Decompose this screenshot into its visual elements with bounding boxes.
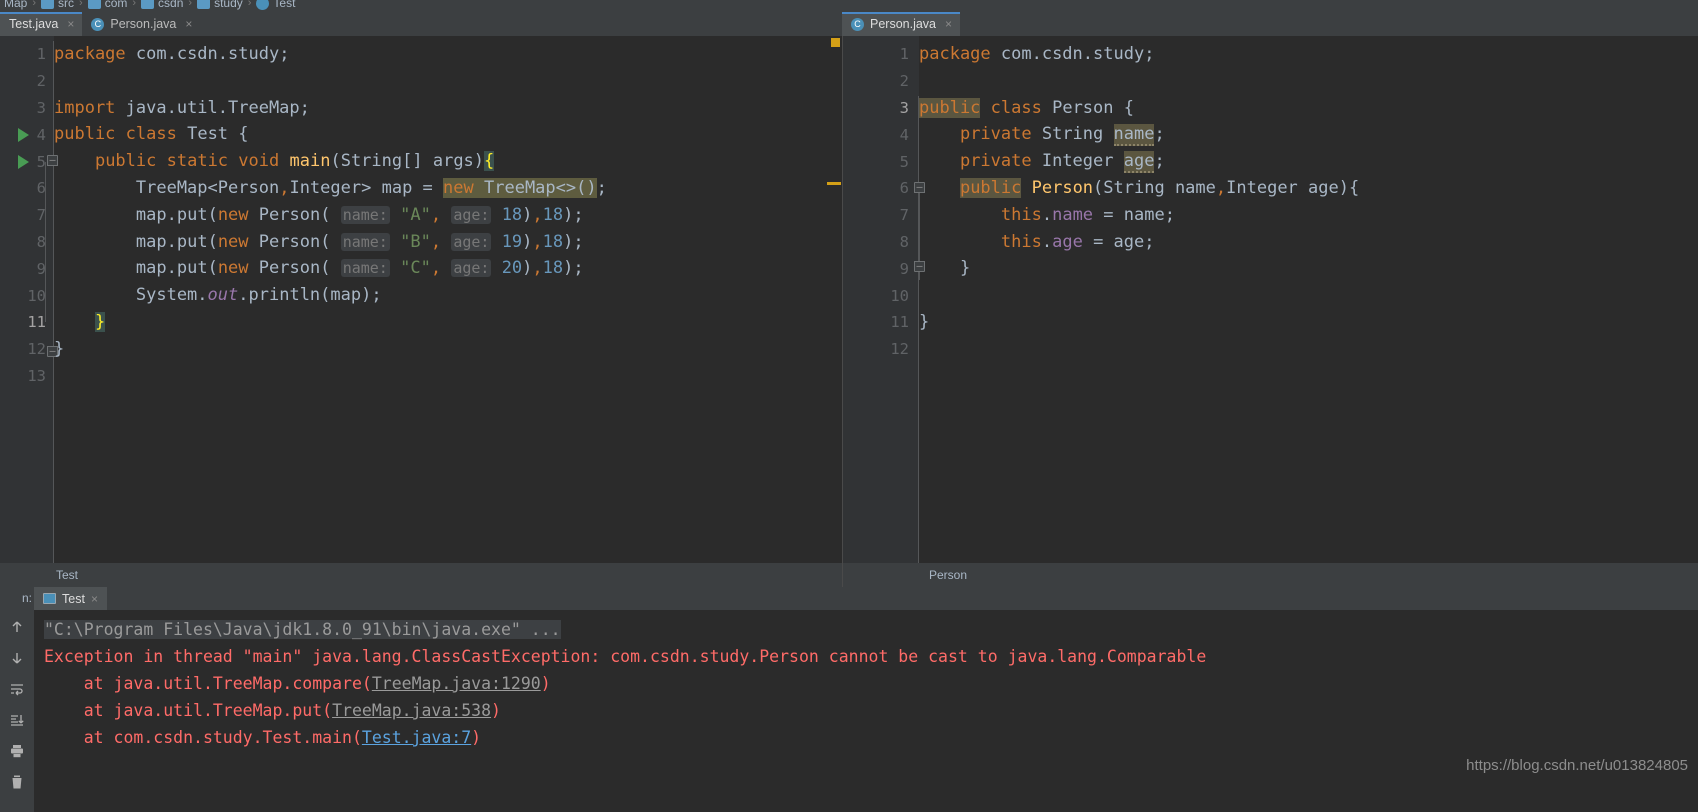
breadcrumb[interactable]: Map › src › com › csdn › study › Test (0, 0, 1698, 12)
rerun-up-icon[interactable] (8, 618, 26, 636)
editor-status-right[interactable]: Person (842, 563, 1698, 587)
breadcrumb-separator: › (32, 0, 37, 9)
code-area-left[interactable]: package com.csdn.study; import java.util… (54, 36, 842, 563)
folder-icon (141, 0, 155, 9)
run-tab-label: Test (62, 591, 85, 606)
scroll-to-end-icon[interactable] (8, 711, 26, 729)
print-icon[interactable] (8, 742, 26, 760)
console-icon (43, 593, 56, 604)
breadcrumb-item-study[interactable]: study (197, 0, 243, 10)
tab-label: Test.java (9, 17, 59, 31)
close-icon[interactable]: × (91, 592, 98, 606)
editor-status-left[interactable]: Test (0, 563, 842, 587)
breadcrumb-label: com (104, 0, 128, 10)
run-tab-test[interactable]: Test × (34, 587, 107, 610)
console-line-trace-suffix: ) (540, 674, 551, 693)
console-line-trace-prefix: at java.util.TreeMap.compare( (44, 674, 372, 693)
line-number: 11 (890, 313, 909, 332)
editor-person-java[interactable]: 1 2 3 4 5 6 7 8 9 10 11 12 – – package c… (842, 36, 1698, 563)
breadcrumb-label: src (58, 0, 75, 10)
editor-tabs-left: Test.java × C Person.java × (0, 12, 842, 36)
rerun-down-icon[interactable] (8, 649, 26, 667)
tab-person-java-right[interactable]: C Person.java × (842, 12, 961, 36)
line-number: 8 (899, 232, 909, 251)
console-line-trace-prefix: at com.csdn.study.Test.main( (44, 728, 362, 747)
console-toolbar (0, 610, 34, 812)
change-marker-dash[interactable] (827, 182, 841, 185)
breadcrumb-item-test[interactable]: Test (256, 0, 295, 10)
run-class-icon[interactable] (18, 127, 29, 142)
tab-test-java[interactable]: Test.java × (0, 12, 83, 36)
tab-label: Person.java (870, 17, 937, 31)
line-number: 4 (899, 125, 909, 144)
run-tool-window: n: Test × "C:\Program Files\Java\jdk1.8.… (0, 587, 1698, 812)
line-number: 1 (36, 45, 46, 64)
line-number: 6 (899, 179, 909, 198)
watermark: https://blog.csdn.net/u013824805 (1466, 757, 1688, 774)
stacktrace-link-test-7[interactable]: Test.java:7 (362, 728, 471, 747)
soft-wrap-icon[interactable] (8, 680, 26, 698)
warning-marker-square[interactable] (831, 38, 840, 47)
code-area-right[interactable]: package com.csdn.study; public class Per… (919, 36, 1698, 563)
line-number: 12 (890, 340, 909, 359)
breadcrumb-label: Map (4, 0, 28, 10)
status-breadcrumb-person: Person (929, 568, 968, 582)
line-number: 10 (890, 286, 909, 305)
breadcrumb-separator: › (132, 0, 137, 9)
breadcrumb-item-csdn[interactable]: csdn (141, 0, 183, 10)
breadcrumb-label: Test (273, 0, 296, 10)
trash-icon[interactable] (8, 773, 26, 791)
line-number: 2 (899, 72, 909, 91)
console-line-command: "C:\Program Files\Java\jdk1.8.0_91\bin\j… (44, 620, 561, 639)
folder-icon (41, 0, 55, 9)
close-icon[interactable]: × (67, 17, 74, 31)
editor-test-java[interactable]: 1 2 3 4 5 6 7 8 9 10 11 12 13 – – packag… (0, 36, 842, 563)
gutter-right[interactable]: 1 2 3 4 5 6 7 8 9 10 11 12 (843, 36, 919, 563)
close-icon[interactable]: × (945, 17, 952, 31)
line-number: 13 (27, 366, 46, 385)
console-line-trace-suffix: ) (471, 728, 482, 747)
line-number: 12 (27, 340, 46, 359)
console-line-trace-suffix: ) (491, 701, 501, 720)
breadcrumb-label: csdn (158, 0, 184, 10)
class-icon: C (851, 17, 864, 31)
breadcrumb-separator: › (79, 0, 83, 9)
line-number: 3 (36, 98, 46, 117)
stacktrace-link-treemap-538[interactable]: TreeMap.java:538 (332, 701, 491, 720)
class-icon: C (91, 17, 105, 31)
class-icon (256, 0, 270, 10)
run-window-title: n: (21, 591, 32, 605)
line-number: 4 (36, 125, 46, 144)
line-number: 5 (899, 152, 909, 171)
line-number: 1 (899, 45, 909, 64)
stacktrace-link-treemap-1290[interactable]: TreeMap.java:1290 (372, 674, 541, 693)
breadcrumb-item-map[interactable]: Map (4, 0, 27, 10)
fold-line-method (45, 162, 46, 322)
breadcrumb-label: study (214, 0, 243, 10)
line-number: 11 (27, 313, 46, 332)
status-breadcrumb-test: Test (56, 568, 79, 582)
breadcrumb-item-com[interactable]: com (87, 0, 128, 10)
console-line-trace-prefix: at java.util.TreeMap.put( (44, 701, 333, 720)
line-number: 3 (899, 98, 909, 117)
line-number: 9 (899, 259, 909, 278)
folder-icon (197, 0, 211, 9)
tab-person-java[interactable]: C Person.java × (82, 12, 201, 36)
close-icon[interactable]: × (185, 17, 192, 31)
breadcrumb-separator: › (247, 0, 252, 9)
editor-tabs-right: C Person.java × (842, 12, 1698, 36)
console-line-exception: Exception in thread "main" java.lang.Cla… (44, 647, 1207, 666)
breadcrumb-separator: › (188, 0, 193, 9)
run-method-icon[interactable] (18, 154, 29, 169)
line-number: 7 (899, 206, 909, 225)
line-number: 2 (36, 72, 46, 91)
breadcrumb-item-src[interactable]: src (41, 0, 74, 10)
tab-label: Person.java (110, 17, 177, 31)
marker-track-left[interactable] (830, 36, 842, 563)
console-output[interactable]: "C:\Program Files\Java\jdk1.8.0_91\bin\j… (34, 610, 1698, 812)
folder-icon (87, 0, 101, 9)
line-number: 10 (27, 286, 46, 305)
